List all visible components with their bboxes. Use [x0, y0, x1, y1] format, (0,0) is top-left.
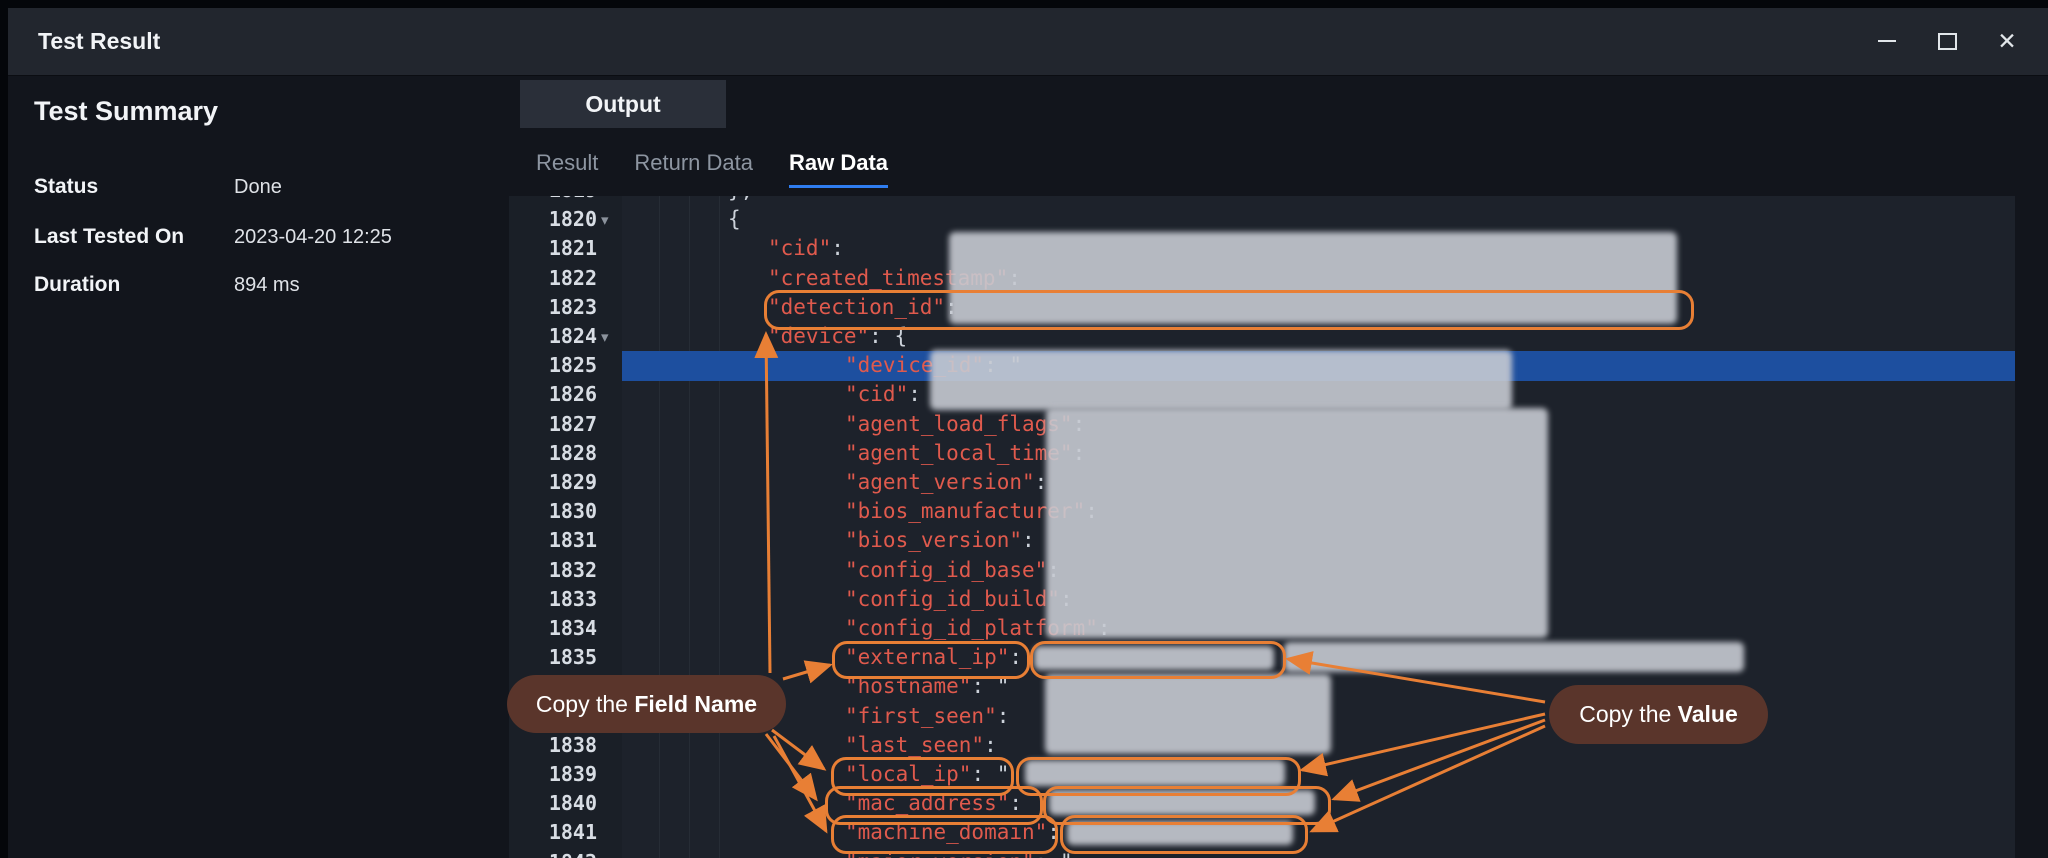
line-number: 1820	[509, 205, 597, 234]
maximize-button[interactable]	[1928, 22, 1966, 60]
subtab-return-data[interactable]: Return Data	[634, 150, 753, 188]
code-line-text[interactable]: "cid":	[845, 380, 934, 409]
code-line-text[interactable]: "last_seen":	[845, 731, 1009, 760]
highlight-box-external-ip-key	[832, 641, 1030, 679]
code-line-text[interactable]: "first_seen":	[845, 702, 1022, 731]
subtab-raw-data[interactable]: Raw Data	[789, 150, 888, 188]
maximize-icon	[1938, 33, 1957, 50]
line-number: 1833	[509, 585, 597, 614]
fold-toggle-icon[interactable]: ▾	[601, 323, 609, 352]
line-number: 1834	[509, 614, 597, 643]
copy-value-callout: Copy the Value	[1549, 685, 1768, 744]
line-number: 1823	[509, 293, 597, 322]
status-value: Done	[234, 176, 282, 198]
highlight-box-machine-domain-value	[1060, 815, 1308, 854]
copy-value-bold: Value	[1678, 701, 1738, 728]
raw-data-code-viewer[interactable]: 1819},1820▾{1821"cid": 1822"created_time…	[509, 196, 2015, 858]
line-number: 1840	[509, 789, 597, 818]
line-number: 1827	[509, 410, 597, 439]
duration-value: 894 ms	[234, 274, 300, 296]
duration-label: Duration	[34, 270, 234, 300]
close-button[interactable]: ✕	[1988, 22, 2026, 60]
line-number: 1839	[509, 760, 597, 789]
status-label: Status	[34, 172, 234, 202]
json-punctuation: :	[997, 704, 1022, 728]
minimize-icon	[1878, 40, 1896, 42]
line-number: 1824	[509, 322, 597, 351]
copy-field-name-bold: Field Name	[634, 691, 757, 718]
json-key[interactable]: "config_id_build"	[845, 587, 1060, 611]
line-number: 1835	[509, 643, 597, 672]
window-title: Test Result	[38, 8, 160, 75]
json-punctuation: :	[1022, 528, 1047, 552]
code-line-text[interactable]: {	[728, 205, 741, 234]
line-number: 1829	[509, 468, 597, 497]
json-key[interactable]: "config_id_base"	[845, 558, 1047, 582]
json-key[interactable]: "last_seen"	[845, 733, 984, 757]
json-punctuation: :	[984, 733, 1009, 757]
redacted-band	[1284, 642, 1744, 672]
tab-output[interactable]: Output	[520, 80, 726, 128]
code-line-text[interactable]: },	[728, 196, 753, 205]
line-number: 1832	[509, 556, 597, 585]
json-punctuation: },	[728, 196, 753, 202]
fold-toggle-icon[interactable]: ▾	[601, 206, 609, 235]
code-line-text[interactable]: "agent_version":	[845, 468, 1060, 497]
summary-row-status: StatusDone	[34, 172, 282, 202]
code-line-text[interactable]: "cid":	[768, 234, 857, 263]
json-punctuation: {	[728, 207, 741, 231]
redacted-device-fields	[1046, 408, 1548, 638]
line-number: 1821	[509, 234, 597, 263]
last-tested-value: 2023-04-20 12:25	[234, 226, 392, 248]
subtab-bar: Result Return Data Raw Data	[536, 150, 888, 188]
code-line-text[interactable]: "bios_version":	[845, 526, 1047, 555]
window-frame-left	[0, 0, 8, 858]
line-number: 1822	[509, 264, 597, 293]
titlebar[interactable]: Test Result ✕	[8, 8, 2048, 76]
line-number: 1841	[509, 818, 597, 847]
minimize-button[interactable]	[1868, 22, 1906, 60]
copy-value-prefix: Copy the	[1579, 701, 1677, 728]
json-key[interactable]: "bios_version"	[845, 528, 1022, 552]
window-frame-top	[0, 0, 2048, 8]
copy-field-name-prefix: Copy the	[536, 691, 634, 718]
line-number: 1825	[509, 351, 597, 380]
code-line-text[interactable]: "config_id_base":	[845, 556, 1073, 585]
highlight-box-external-ip-value	[1030, 641, 1286, 679]
subtab-result[interactable]: Result	[536, 150, 598, 188]
line-number: 1838	[509, 731, 597, 760]
json-key[interactable]: "cid"	[845, 382, 908, 406]
line-number: 1842	[509, 848, 597, 858]
copy-field-name-callout: Copy the Field Name	[507, 675, 786, 733]
test-summary-heading: Test Summary	[34, 96, 218, 127]
json-key[interactable]: "cid"	[768, 236, 831, 260]
summary-row-last-tested: Last Tested On2023-04-20 12:25	[34, 222, 392, 252]
highlight-box-machine-domain-key	[831, 815, 1058, 854]
line-number: 1830	[509, 497, 597, 526]
line-number: 1831	[509, 526, 597, 555]
summary-row-duration: Duration894 ms	[34, 270, 300, 300]
close-icon: ✕	[1997, 30, 2016, 53]
line-number: 1819	[509, 196, 597, 205]
last-tested-label: Last Tested On	[34, 222, 234, 252]
window-controls: ✕	[1868, 22, 2026, 60]
json-key[interactable]: "agent_load_flags"	[845, 412, 1073, 436]
code-line: 1820▾ {	[509, 205, 2015, 235]
redacted-device-id	[930, 350, 1512, 410]
redacted-hostname-seen	[1045, 674, 1331, 754]
highlight-box-detection-id	[764, 290, 1694, 330]
json-key[interactable]: "agent_local_time"	[845, 441, 1073, 465]
line-number: 1828	[509, 439, 597, 468]
json-punctuation: :	[831, 236, 856, 260]
json-key[interactable]: "first_seen"	[845, 704, 997, 728]
json-key[interactable]: "agent_version"	[845, 470, 1035, 494]
line-number: 1826	[509, 380, 597, 409]
